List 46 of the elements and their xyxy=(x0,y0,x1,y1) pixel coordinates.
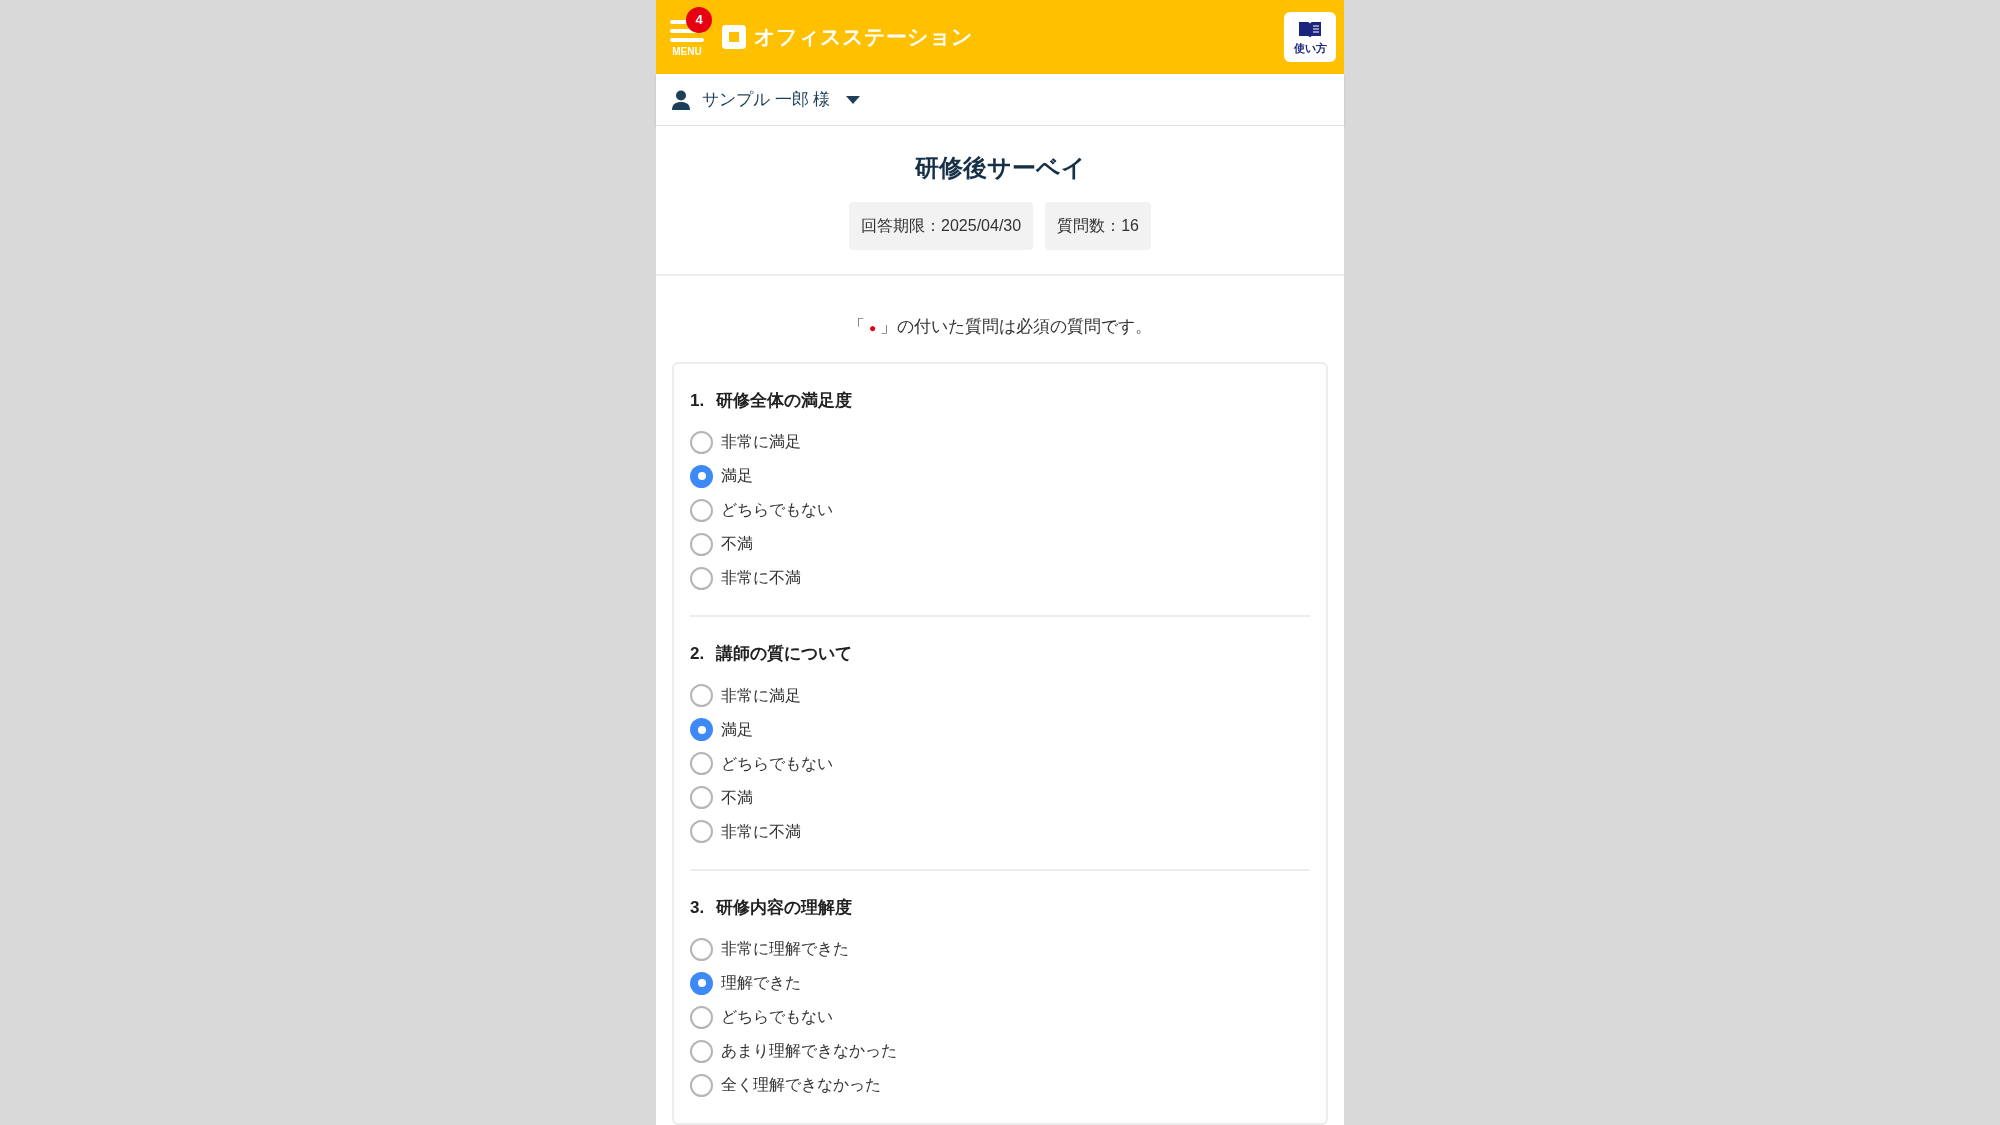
radio-option[interactable]: どちらでもない xyxy=(690,1000,833,1034)
radio-button[interactable] xyxy=(690,464,713,488)
radio-button[interactable] xyxy=(690,937,713,961)
user-icon xyxy=(672,89,690,110)
logo-text: オフィスステーション xyxy=(754,24,973,51)
radio-button[interactable] xyxy=(690,1039,713,1063)
survey-info-tag: 回答期限：2025/04/30 xyxy=(849,202,1034,250)
radio-button[interactable] xyxy=(690,1073,713,1097)
notification-badge: 4 xyxy=(686,7,712,33)
radio-option[interactable]: 非常に理解できた xyxy=(690,932,849,966)
question-title: 1. 研修全体の満足度 xyxy=(690,389,854,412)
user-menu[interactable]: サンプル 一郎 様 xyxy=(702,86,861,113)
radio-button[interactable] xyxy=(690,430,713,454)
radio-option[interactable]: 非常に不満 xyxy=(690,561,801,595)
logo-icon xyxy=(722,25,746,49)
survey-info-tag: 質問数：16 xyxy=(1045,202,1151,250)
radio-option[interactable]: 満足 xyxy=(690,712,753,747)
radio-button[interactable] xyxy=(690,752,713,775)
radio-button[interactable] xyxy=(690,684,713,707)
question-title: 2. 講師の質について xyxy=(690,643,854,665)
radio-option[interactable]: 不満 xyxy=(690,780,753,815)
question-title: 3. 研修内容の理解度 xyxy=(690,896,854,919)
radio-option[interactable]: 非常に満足 xyxy=(690,425,801,459)
radio-button[interactable] xyxy=(690,971,713,995)
book-icon xyxy=(1298,20,1322,39)
radio-button[interactable] xyxy=(690,786,713,809)
radio-button[interactable] xyxy=(690,718,713,741)
radio-option[interactable]: 非常に不満 xyxy=(690,814,801,849)
radio-option[interactable]: 全く理解できなかった xyxy=(690,1068,881,1102)
radio-button[interactable] xyxy=(690,1005,713,1029)
radio-button[interactable] xyxy=(690,820,713,843)
radio-option[interactable]: 非常に満足 xyxy=(690,678,801,713)
radio-option[interactable]: 不満 xyxy=(690,527,753,561)
radio-button[interactable] xyxy=(690,532,713,556)
survey-title: 研修後サーベイ xyxy=(914,153,1086,183)
radio-option[interactable]: 満足 xyxy=(690,459,753,493)
radio-option[interactable]: 理解できた xyxy=(690,966,801,1000)
caret-icon xyxy=(846,95,861,104)
radio-option[interactable]: あまり理解できなかった xyxy=(690,1034,897,1068)
radio-option[interactable]: どちらでもない xyxy=(690,493,833,527)
required-notice: 「 ● 」の付いた質問は必須の質問です。 xyxy=(846,316,1154,338)
radio-button[interactable] xyxy=(690,498,713,522)
help-button[interactable]: 使い方 xyxy=(1284,12,1336,62)
radio-button[interactable] xyxy=(690,566,713,590)
menu-button[interactable]: MENU 4 xyxy=(664,7,714,57)
radio-option[interactable]: どちらでもない xyxy=(690,746,833,781)
